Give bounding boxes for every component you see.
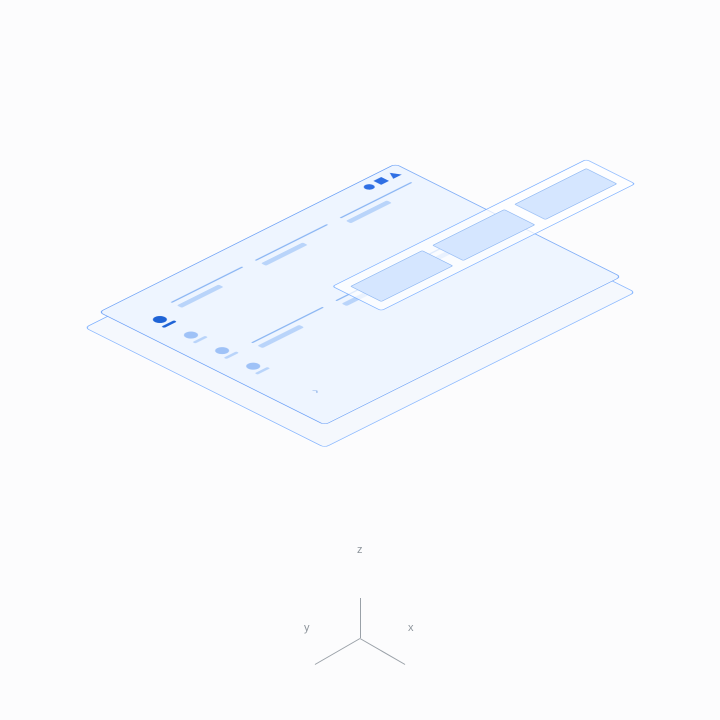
window-controls [361,171,401,191]
axis-y-line [315,638,361,665]
sidebar-item-4[interactable] [242,361,270,375]
axis-y-label: y [304,622,310,634]
content-card[interactable] [255,224,328,261]
card-label-placeholder [257,325,304,348]
pager-next-icon[interactable]: › [308,387,324,395]
content-card[interactable] [170,266,243,303]
axis-x-label: x [408,622,414,634]
square-icon [373,177,389,185]
axis-z-label: z [357,544,363,556]
sidebar-item-1[interactable] [149,314,177,328]
axis-x-line [360,638,406,665]
nav-dot-icon [212,346,232,356]
circle-icon [361,183,377,191]
nav-dot-icon [243,361,263,371]
sidebar-item-2[interactable] [180,329,208,343]
triangle-icon [385,171,401,179]
content-card[interactable] [251,307,324,344]
nav-label-placeholder [255,367,271,375]
axis-gizmo: z x y [360,598,361,599]
nav-dot-icon [150,315,170,325]
overlay-card[interactable] [514,168,617,220]
sidebar-item-3[interactable] [211,345,239,359]
axis-z-line [360,598,361,638]
nav-dot-icon [181,330,201,340]
nav-label-placeholder [224,351,240,359]
nav-label-placeholder [161,320,177,328]
nav-label-placeholder [192,336,208,344]
